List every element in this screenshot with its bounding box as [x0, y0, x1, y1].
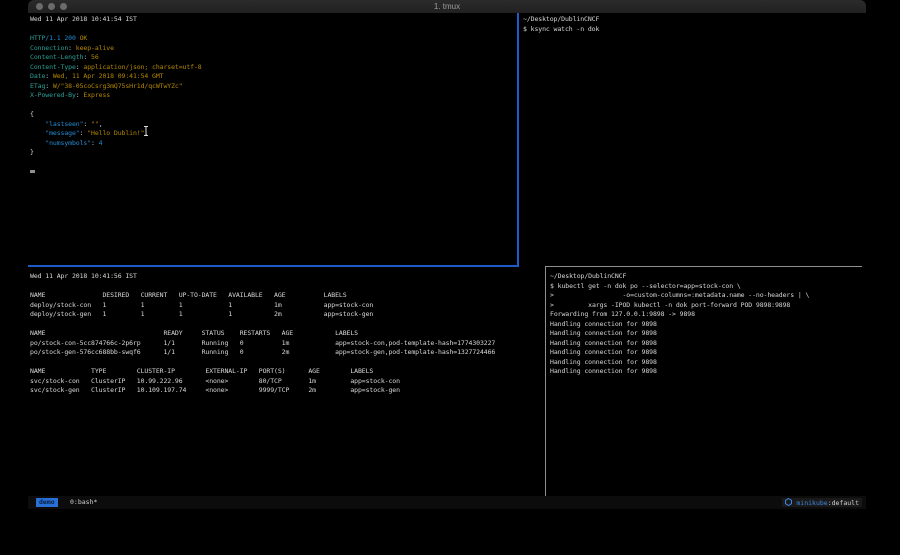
terminal-line: Connection: keep-alive [30, 44, 515, 54]
terminal-line: po/stock-gen-576cc688bb-swqf6 1/1 Runnin… [30, 348, 542, 358]
terminal-line: Content-Length: 56 [30, 53, 515, 63]
terminal-line: { [30, 110, 515, 120]
terminal-cursor [30, 170, 35, 173]
terminal-line: po/stock-con-5cc874766c-2p6rp 1/1 Runnin… [30, 339, 542, 349]
kubernetes-icon [785, 498, 792, 506]
kube-context-badge: minikube:default [782, 498, 862, 507]
desktop: 1. tmux Wed 11 Apr 2018 10:41:54 IST HTT… [0, 0, 900, 555]
terminal-line: NAME READY STATUS RESTARTS AGE LABELS [30, 329, 542, 339]
terminal-line [30, 282, 542, 292]
tmux-status-bar: demo 0:bash* minikube:default [28, 496, 866, 509]
pane-divider-horizontal-right[interactable] [545, 266, 862, 267]
terminal-line: Content-Type: application/json; charset=… [30, 63, 515, 73]
window-title: 1. tmux [28, 2, 866, 11]
terminal-line: $ ksync watch -n dok [523, 25, 863, 35]
kube-namespace: :default [828, 499, 859, 507]
terminal-line: $ kubectl get -n dok po --selector=app=s… [550, 282, 863, 292]
pane-ksync-watch[interactable]: ~/Desktop/DublinCNCF$ ksync watch -n dok [523, 15, 863, 34]
terminal-line: Handling connection for 9898 [550, 367, 863, 377]
terminal-line: Handling connection for 9898 [550, 339, 863, 349]
terminal-line: > -o=custom-columns=:metadata.name --no-… [550, 291, 863, 301]
terminal-line: ~/Desktop/DublinCNCF [550, 272, 863, 282]
terminal-line: "message": "Hello Dublin!", [30, 129, 515, 139]
terminal-line: deploy/stock-con 1 1 1 1 1m app=stock-co… [30, 301, 542, 311]
terminal-line: X-Powered-By: Express [30, 91, 515, 101]
terminal-line: Handling connection for 9898 [550, 348, 863, 358]
pane-divider-vertical-top[interactable] [517, 13, 519, 267]
terminal-line [30, 25, 515, 35]
mouse-ibeam-cursor [143, 126, 149, 136]
terminal-line: NAME DESIRED CURRENT UP-TO-DATE AVAILABL… [30, 291, 542, 301]
terminal-line: Handling connection for 9898 [550, 358, 863, 368]
terminal-line [30, 101, 515, 111]
terminal-line: NAME TYPE CLUSTER-IP EXTERNAL-IP PORT(S)… [30, 367, 542, 377]
terminal-line: HTTP/1.1 200 OK [30, 34, 515, 44]
terminal-line: svc/stock-con ClusterIP 10.99.222.96 <no… [30, 377, 542, 387]
kube-context-name: minikube [796, 499, 827, 507]
tmux-window-label[interactable]: 0:bash* [70, 498, 97, 507]
terminal-line: deploy/stock-gen 1 1 1 1 2m app=stock-ge… [30, 310, 542, 320]
terminal-line: Wed 11 Apr 2018 10:41:54 IST [30, 15, 515, 25]
terminal-line: > xargs -IPOD kubectl -n dok port-forwar… [550, 301, 863, 311]
terminal-line: ETag: W/"38-05coCsrg3mQ75sHr1d/qcWTwYZc" [30, 82, 515, 92]
pane-port-forward[interactable]: ~/Desktop/DublinCNCF$ kubectl get -n dok… [550, 272, 863, 377]
terminal-line: svc/stock-gen ClusterIP 10.109.197.74 <n… [30, 386, 542, 396]
terminal-line: Date: Wed, 11 Apr 2018 09:41:54 GMT [30, 72, 515, 82]
terminal-line: Forwarding from 127.0.0.1:9898 -> 9898 [550, 310, 863, 320]
terminal-line: Handling connection for 9898 [550, 329, 863, 339]
pane-kubectl-get[interactable]: Wed 11 Apr 2018 10:41:56 IST NAME DESIRE… [30, 272, 542, 396]
terminal-line: "numsymbols": 4 [30, 139, 515, 149]
terminal-line: "lastseen": "", [30, 120, 515, 130]
pane-divider-vertical-bottom[interactable] [545, 267, 546, 496]
pane-http-response[interactable]: Wed 11 Apr 2018 10:41:54 IST HTTP/1.1 20… [30, 15, 515, 158]
terminal-line [30, 320, 542, 330]
pane-divider-horizontal-left[interactable] [28, 265, 519, 267]
window-titlebar[interactable]: 1. tmux [28, 0, 866, 14]
terminal-line: Handling connection for 9898 [550, 320, 863, 330]
session-name-badge[interactable]: demo [36, 498, 58, 507]
terminal-line [30, 358, 542, 368]
terminal-line: Wed 11 Apr 2018 10:41:56 IST [30, 272, 542, 282]
terminal-line: ~/Desktop/DublinCNCF [523, 15, 863, 25]
terminal-line: } [30, 148, 515, 158]
